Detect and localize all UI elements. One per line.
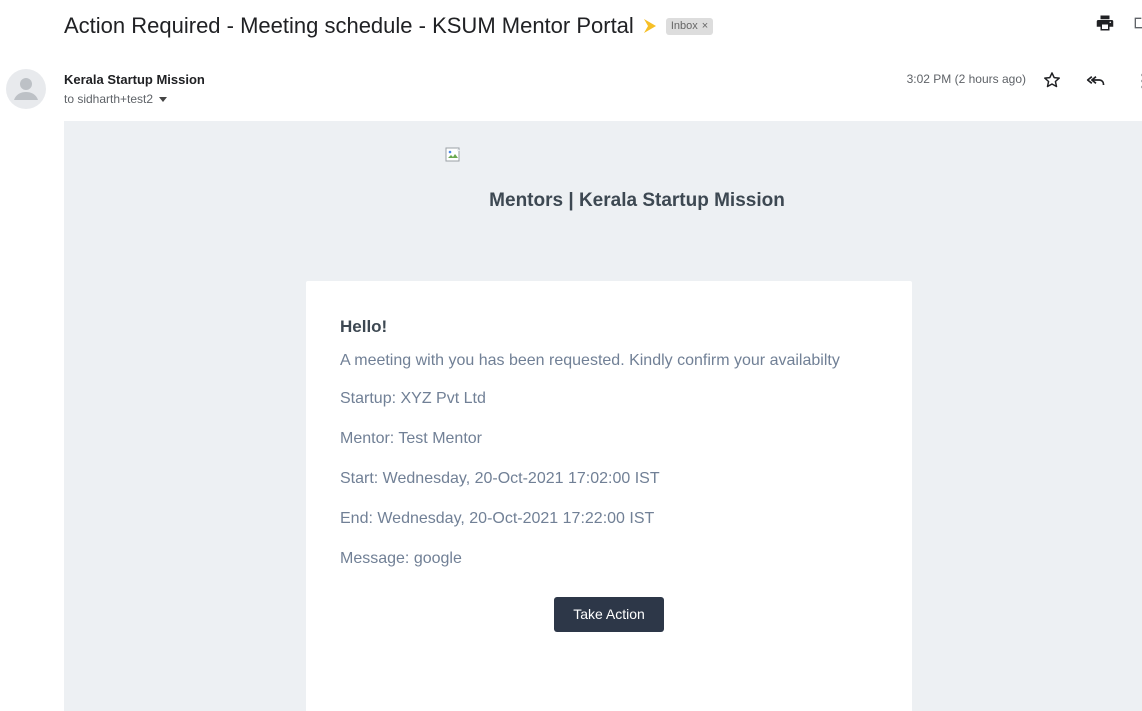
message-card: Hello! A meeting with you has been reque… [306,281,912,711]
recipient-line: to sidharth+test2 [64,92,168,106]
email-subject: Action Required - Meeting schedule - KSU… [64,13,634,38]
email-timestamp: 3:02 PM (2 hours ago) [906,72,1026,86]
remove-label-icon[interactable]: × [702,20,708,32]
end-time-line: End: Wednesday, 20-Oct-2021 17:22:00 IST [340,510,655,527]
email-body: Mentors | Kerala Startup Mission Hello! … [64,121,1142,711]
intro-text: A meeting with you has been requested. K… [340,352,840,369]
reply-all-icon[interactable] [1086,70,1106,90]
open-in-new-window-icon[interactable] [1132,14,1142,32]
subject-row: Action Required - Meeting schedule - KSU… [64,8,1142,44]
action-button-wrap: Take Action [340,597,878,632]
broken-image-icon [445,147,460,162]
importance-marker-icon[interactable] [643,19,656,33]
inbox-label-text: Inbox [670,20,698,32]
email-view: Action Required - Meeting schedule - KSU… [0,0,1142,711]
message-line: Message: google [340,550,462,567]
star-icon[interactable] [1042,70,1062,90]
sender-name[interactable]: Kerala Startup Mission [64,72,205,87]
print-icon[interactable] [1096,14,1114,32]
greeting-heading: Hello! [340,317,388,336]
recipient-text: to sidharth+test2 [64,92,154,106]
chevron-down-icon[interactable] [159,96,168,102]
start-time-line: Start: Wednesday, 20-Oct-2021 17:02:00 I… [340,470,660,487]
mentor-line: Mentor: Test Mentor [340,430,482,447]
inbox-label-chip[interactable]: Inbox × [665,17,714,35]
default-avatar-icon[interactable] [6,69,46,109]
brand-title: Mentors | Kerala Startup Mission [489,190,785,211]
take-action-button[interactable]: Take Action [554,597,664,632]
startup-line: Startup: XYZ Pvt Ltd [340,390,486,407]
